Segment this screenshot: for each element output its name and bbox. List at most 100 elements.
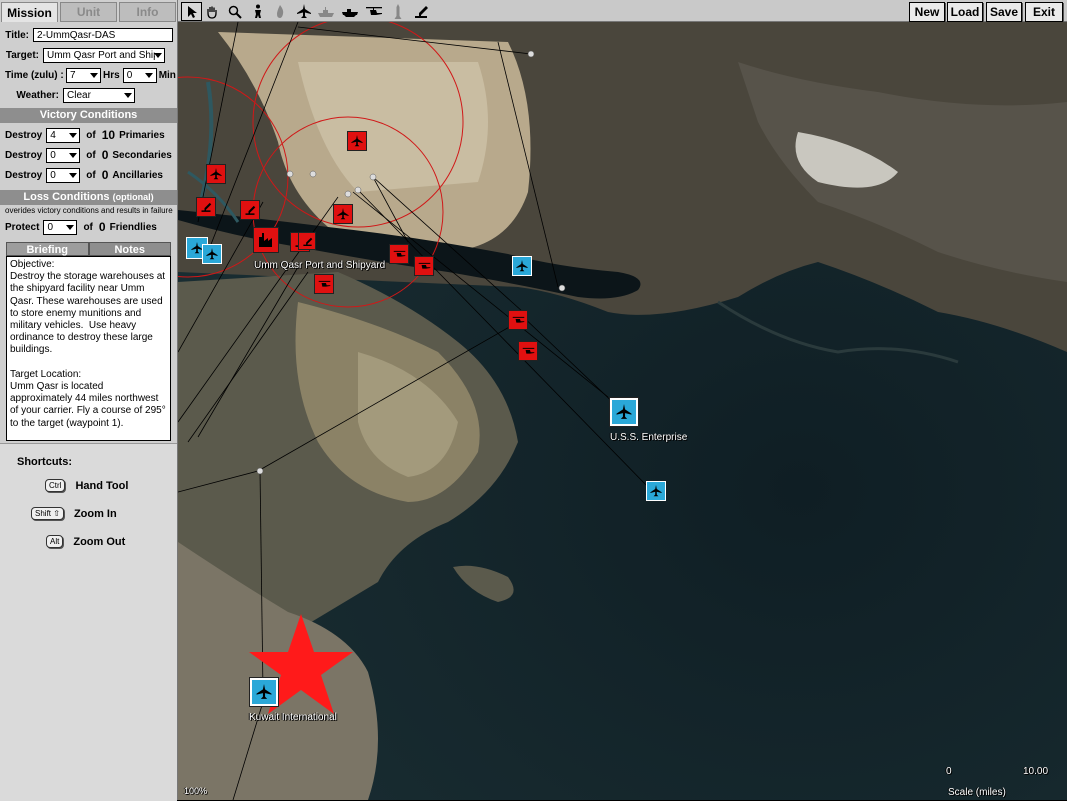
mission-map[interactable]: Umm Qasr Port and Shipyard U.S.S. Enterp… — [178, 22, 1067, 800]
victory-conditions: Destroy 4 of 10 Primaries Destroy 0 of 0… — [0, 125, 177, 185]
enemy-sam-icon[interactable] — [240, 200, 260, 220]
hand-icon[interactable] — [202, 3, 222, 20]
min-label: Min — [158, 69, 176, 81]
loss-header-title: Loss Conditions — [23, 191, 110, 203]
hours-select[interactable]: 7 — [66, 67, 101, 83]
briefing-tabs: Briefing Notes — [6, 242, 171, 256]
jet-icon[interactable] — [294, 3, 314, 20]
enemy-factory-icon[interactable] — [253, 227, 279, 253]
loss-header-optional: (optional) — [112, 192, 154, 202]
ship-icon[interactable] — [316, 3, 336, 20]
exit-button[interactable]: Exit — [1025, 2, 1063, 22]
victory-row-ancillaries: Destroy 0 of 0 Ancillaries — [0, 165, 177, 185]
helicopter-icon[interactable] — [364, 3, 384, 20]
enemy-jet-icon[interactable] — [347, 131, 367, 151]
primaries-value: 4 — [50, 129, 56, 141]
shortcut-label: Zoom In — [73, 507, 117, 520]
enemy-helicopter-icon[interactable] — [414, 256, 434, 276]
shortcut-label: Zoom Out — [73, 535, 126, 548]
friendlies-total: 0 — [98, 220, 106, 234]
alt-key-icon: Alt — [46, 535, 64, 548]
title-input[interactable] — [33, 28, 173, 42]
enemy-helicopter-icon[interactable] — [518, 341, 538, 361]
tab-unit[interactable]: Unit — [60, 2, 117, 22]
destroy-label: Destroy — [5, 149, 43, 161]
zoom-level: 100% — [184, 786, 208, 796]
tab-briefing[interactable]: Briefing — [6, 242, 89, 256]
chevron-down-icon — [122, 90, 133, 101]
of-label: of — [86, 129, 96, 141]
enemy-sam-icon[interactable] — [196, 197, 216, 217]
shift-key-icon: Shift ⇧ — [31, 507, 64, 520]
secondaries-value: 0 — [50, 149, 56, 161]
secondaries-select[interactable]: 0 — [46, 147, 81, 163]
briefing-text[interactable]: Objective: Destroy the storage warehouse… — [6, 256, 171, 441]
tab-info[interactable]: Info — [119, 2, 176, 22]
chevron-down-icon — [67, 130, 78, 141]
friendly-jet-icon[interactable] — [512, 256, 532, 276]
enemy-helicopter-icon[interactable] — [314, 274, 334, 294]
ctrl-key-icon: Ctrl — [45, 479, 66, 492]
shortcut-zoom-in: Shift ⇧ Zoom In — [31, 507, 117, 520]
shortcuts-title: Shortcuts: — [17, 456, 72, 468]
friendly-jet-icon[interactable] — [646, 481, 666, 501]
protect-row: Protect 0 of 0 Friendlies — [0, 217, 177, 237]
enemy-helicopter-icon[interactable] — [508, 310, 528, 330]
shortcuts-panel: Shortcuts: Ctrl Hand Tool Shift ⇧ Zoom I… — [0, 443, 177, 801]
chevron-down-icon — [88, 70, 99, 81]
target-select-value: Umm Qasr Port and Ship — [47, 49, 155, 61]
enemy-jet-icon[interactable] — [333, 204, 353, 224]
minutes-value: 0 — [126, 69, 133, 81]
weather-select[interactable]: Clear — [63, 87, 135, 103]
shortcut-zoom-out: Alt Zoom Out — [46, 535, 125, 548]
chevron-down-icon — [67, 150, 78, 161]
new-button[interactable]: New — [909, 2, 945, 22]
enemy-sam-icon[interactable] — [298, 232, 316, 250]
ancillaries-label: Ancillaries — [112, 169, 163, 181]
friendly-jet-icon[interactable] — [202, 244, 222, 264]
secondaries-total: 0 — [101, 148, 109, 162]
load-button[interactable]: Load — [947, 2, 983, 22]
magnifier-icon[interactable] — [225, 3, 245, 20]
pointer-icon[interactable] — [181, 2, 202, 21]
protect-select[interactable]: 0 — [43, 219, 78, 235]
weather-row: Weather: Clear — [0, 85, 177, 105]
sam-launcher-icon[interactable] — [411, 3, 431, 20]
ancillaries-total: 0 — [101, 168, 109, 182]
loss-header: Loss Conditions (optional) — [0, 190, 177, 205]
airbase-icon[interactable] — [250, 678, 278, 706]
shortcut-label: Hand Tool — [75, 479, 129, 492]
carrier-icon[interactable] — [610, 398, 638, 426]
target-row: Target: Umm Qasr Port and Ship — [0, 45, 177, 65]
loss-note: overides victory conditions and results … — [5, 206, 173, 215]
title-label: Title: — [5, 29, 29, 41]
ancillaries-select[interactable]: 0 — [46, 167, 81, 183]
victory-row-secondaries: Destroy 0 of 0 Secondaries — [0, 145, 177, 165]
weather-value: Clear — [67, 89, 91, 101]
secondaries-label: Secondaries — [112, 149, 172, 161]
hours-value: 7 — [70, 69, 76, 81]
enemy-helicopter-icon[interactable] — [389, 244, 409, 264]
of-label: of — [86, 149, 96, 161]
soldier-icon[interactable] — [248, 3, 268, 20]
airport-label: Kuwait International — [249, 712, 337, 723]
enemy-jet-icon[interactable] — [206, 164, 226, 184]
weather-label: Weather: — [16, 89, 59, 101]
primaries-select[interactable]: 4 — [46, 127, 81, 143]
hrs-label: Hrs — [103, 69, 120, 81]
mission-panel: Mission Unit Info Title: Target: Umm Qas… — [0, 0, 178, 801]
port-label: Umm Qasr Port and Shipyard — [254, 260, 386, 271]
flame-icon[interactable] — [270, 3, 290, 20]
destroy-label: Destroy — [5, 169, 43, 181]
tab-mission[interactable]: Mission — [1, 2, 58, 22]
scale-label: Scale (miles) — [948, 787, 1006, 798]
minutes-select[interactable]: 0 — [122, 67, 157, 83]
tab-notes[interactable]: Notes — [88, 242, 171, 256]
victory-row-primaries: Destroy 4 of 10 Primaries — [0, 125, 177, 145]
time-label: Time (zulu) : — [5, 69, 64, 81]
missile-icon[interactable] — [388, 3, 408, 20]
submarine-icon[interactable] — [340, 3, 360, 20]
save-button[interactable]: Save — [986, 2, 1022, 22]
shortcut-hand-tool: Ctrl Hand Tool — [45, 479, 128, 492]
target-select[interactable]: Umm Qasr Port and Ship — [43, 47, 165, 63]
